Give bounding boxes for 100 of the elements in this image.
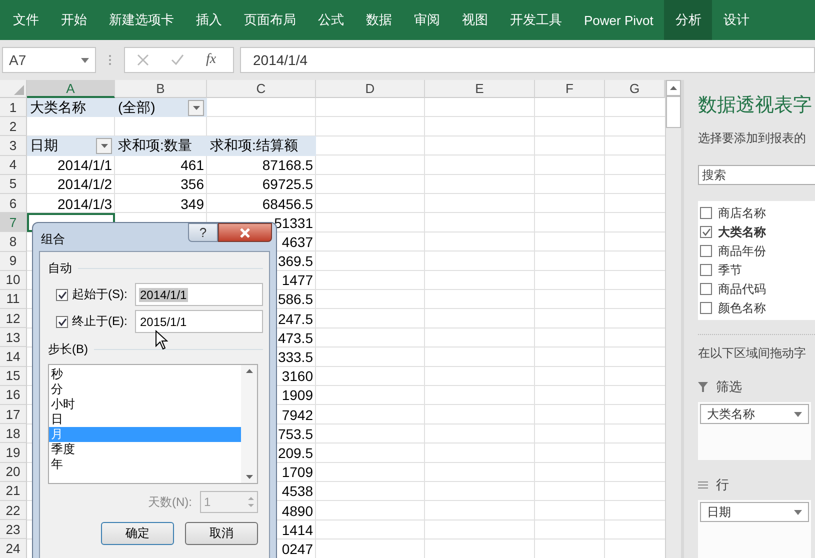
close-icon [239, 228, 251, 238]
column-header[interactable]: G [605, 80, 665, 98]
row-header[interactable]: 11 [0, 290, 27, 310]
field-label: 颜色名称 [718, 300, 766, 316]
row-header[interactable]: 12 [0, 309, 27, 328]
ribbon-tab[interactable]: 插入 [185, 0, 233, 40]
row-header[interactable]: 5 [0, 174, 27, 194]
column-header[interactable]: F [535, 80, 605, 98]
table-cell: 333.5 [278, 349, 313, 366]
filter-dropdown-button[interactable] [96, 138, 112, 154]
scroll-up-button[interactable] [666, 80, 681, 96]
checkmark-icon [58, 290, 66, 298]
checkbox[interactable] [56, 316, 68, 328]
list-scrollbar[interactable] [241, 365, 257, 483]
checkbox[interactable] [700, 302, 712, 314]
checkbox[interactable] [56, 288, 68, 300]
row-header[interactable]: 2 [0, 117, 27, 136]
vertical-scrollbar[interactable] [665, 80, 681, 558]
checkbox[interactable] [700, 245, 712, 257]
table-cell: (全部) [115, 98, 207, 118]
table-cell: 2014/1/2 [58, 176, 112, 192]
ok-button[interactable]: 确定 [101, 522, 174, 545]
ribbon-tab[interactable]: 分析 [664, 0, 712, 40]
row-header[interactable]: 17 [0, 405, 27, 424]
row-header[interactable]: 10 [0, 270, 27, 290]
column-header[interactable]: A [27, 80, 115, 98]
row-header[interactable]: 4 [0, 156, 27, 175]
row-header[interactable]: 16 [0, 386, 27, 405]
start-field[interactable]: 2014/1/1 [135, 283, 263, 306]
row-header[interactable]: 19 [0, 443, 27, 463]
caret-icon [794, 412, 802, 416]
ribbon-tab[interactable]: 开发工具 [499, 0, 573, 40]
ribbon-tab[interactable]: 审阅 [403, 0, 451, 40]
ribbon-tab[interactable]: 开始 [50, 0, 98, 40]
row-header[interactable]: 8 [0, 232, 27, 252]
row-header[interactable]: 3 [0, 136, 27, 156]
ribbon-tab[interactable]: 视图 [451, 0, 499, 40]
scroll-thumb[interactable] [666, 96, 681, 128]
column-header[interactable]: B [115, 80, 207, 98]
row-header[interactable]: 21 [0, 482, 27, 501]
ribbon-tab[interactable]: Power Pivot [573, 0, 664, 40]
row-header[interactable]: 1 [0, 98, 27, 118]
name-box[interactable]: A7 [2, 47, 96, 73]
list-item[interactable]: 小时 [49, 397, 241, 412]
ribbon-tab[interactable]: 设计 [712, 0, 760, 40]
ribbon-tab[interactable]: 页面布局 [233, 0, 307, 40]
checkbox[interactable] [700, 226, 712, 238]
ribbon-tab[interactable]: 公式 [307, 0, 355, 40]
table-cell: 1477 [282, 272, 313, 288]
table-cell: 日期 [27, 136, 115, 156]
row-header[interactable]: 20 [0, 462, 27, 482]
table-cell: 4637 [282, 234, 313, 250]
help-button[interactable]: ? [188, 223, 218, 242]
list-item[interactable]: 年 [49, 457, 241, 472]
list-item[interactable]: 日 [49, 412, 241, 427]
check-icon[interactable] [171, 54, 184, 66]
formula-field[interactable]: 2014/1/4 [240, 47, 815, 73]
checkbox[interactable] [700, 283, 712, 295]
scroll-up-icon[interactable] [246, 369, 252, 373]
search-field[interactable]: 搜索 [698, 165, 815, 185]
insert-function-button[interactable]: fx [206, 52, 216, 68]
row-header[interactable]: 23 [0, 520, 27, 540]
field-label: 起始于(S): [72, 286, 128, 303]
row-header[interactable]: 6 [0, 194, 27, 214]
field-label: 商品年份 [718, 242, 766, 260]
table-cell: 87168.5 [262, 157, 313, 174]
table-cell: 3160 [282, 368, 313, 384]
group-label: 自动 [48, 260, 72, 277]
table-cell: 586.5 [278, 291, 313, 308]
area-label: 筛选 [716, 378, 742, 396]
close-button[interactable] [218, 223, 272, 242]
row-header[interactable]: 14 [0, 347, 27, 367]
ribbon-tab[interactable]: 文件 [2, 0, 50, 40]
filter-dropdown-button[interactable] [188, 100, 204, 116]
row-header[interactable]: 18 [0, 424, 27, 444]
active-cell[interactable] [27, 213, 115, 232]
ribbon-tab[interactable]: 数据 [355, 0, 403, 40]
list-item[interactable]: 秒 [49, 367, 241, 382]
row-header[interactable]: 22 [0, 500, 27, 520]
dialog-title: 组合 [41, 231, 65, 248]
table-cell: 461 [180, 157, 204, 174]
column-header[interactable]: C [207, 80, 316, 98]
list-item[interactable]: 季度 [49, 442, 241, 457]
ribbon-tab[interactable]: 新建选项卡 [98, 0, 185, 40]
row-header[interactable]: 9 [0, 252, 27, 271]
area-field[interactable]: 日期 [700, 502, 809, 522]
checkbox[interactable] [700, 264, 712, 276]
checkbox[interactable] [700, 207, 712, 219]
end-field[interactable]: 2015/1/1 [135, 310, 263, 333]
row-header[interactable]: 13 [0, 328, 27, 348]
column-header[interactable]: E [425, 80, 535, 98]
scroll-down-icon[interactable] [246, 475, 252, 479]
column-header[interactable]: D [316, 80, 425, 98]
row-header[interactable]: 15 [0, 366, 27, 386]
cancel-button[interactable]: 取消 [185, 522, 258, 545]
table-cell: 0247 [282, 540, 313, 557]
list-item[interactable]: 分 [49, 382, 241, 397]
area-field[interactable]: 大类名称 [700, 404, 809, 424]
row-header[interactable]: 24 [0, 539, 27, 558]
row-header[interactable]: 7 [0, 213, 27, 232]
